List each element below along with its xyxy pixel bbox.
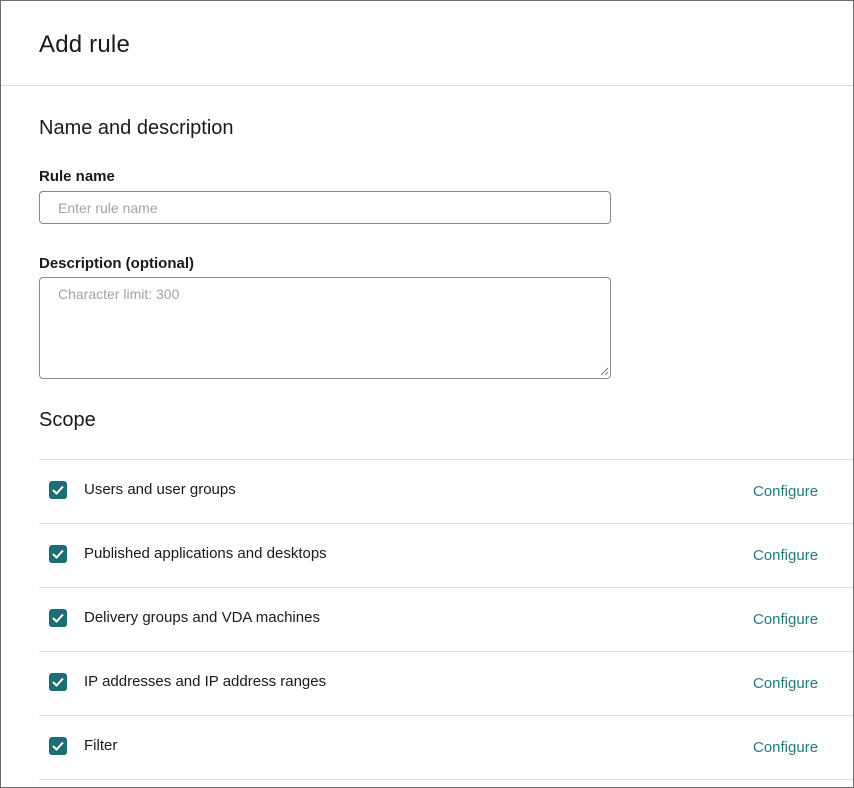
delivery-groups-checkbox[interactable] [49, 609, 67, 627]
configure-filter-link[interactable]: Configure [753, 739, 818, 756]
scope-row-applications: Published applications and desktops Conf… [39, 524, 853, 588]
description-label: Description (optional) [39, 255, 194, 272]
scope-list: Users and user groups Configure Publishe… [39, 459, 853, 780]
panel-header: Add rule [1, 1, 853, 86]
description-textarea[interactable] [39, 277, 611, 379]
check-icon [52, 485, 64, 495]
check-icon [52, 549, 64, 559]
configure-delivery-groups-link[interactable]: Configure [753, 611, 818, 628]
check-icon [52, 741, 64, 751]
rule-name-input[interactable] [39, 191, 611, 224]
scope-row-filter: Filter Configure [39, 716, 853, 780]
users-checkbox[interactable] [49, 481, 67, 499]
scope-row-ip-addresses: IP addresses and IP address ranges Confi… [39, 652, 853, 716]
filter-checkbox[interactable] [49, 737, 67, 755]
scope-row-users: Users and user groups Configure [39, 460, 853, 524]
scope-item-label: Filter [84, 737, 118, 754]
name-description-heading: Name and description [39, 117, 234, 139]
page-title: Add rule [39, 31, 130, 58]
scope-item-label: IP addresses and IP address ranges [84, 673, 327, 690]
check-icon [52, 613, 64, 623]
applications-checkbox[interactable] [49, 545, 67, 563]
scope-row-delivery-groups: Delivery groups and VDA machines Configu… [39, 588, 853, 652]
check-icon [52, 677, 64, 687]
add-rule-panel: Add rule Name and description Rule name … [0, 0, 854, 788]
configure-ip-addresses-link[interactable]: Configure [753, 675, 818, 692]
scope-heading: Scope [39, 409, 96, 431]
scope-item-label: Delivery groups and VDA machines [84, 609, 320, 626]
scope-item-label: Users and user groups [84, 481, 236, 498]
rule-name-label: Rule name [39, 168, 115, 185]
configure-applications-link[interactable]: Configure [753, 547, 818, 564]
configure-users-link[interactable]: Configure [753, 483, 818, 500]
scope-item-label: Published applications and desktops [84, 545, 327, 562]
ip-addresses-checkbox[interactable] [49, 673, 67, 691]
resize-grip-icon[interactable] [599, 366, 609, 376]
